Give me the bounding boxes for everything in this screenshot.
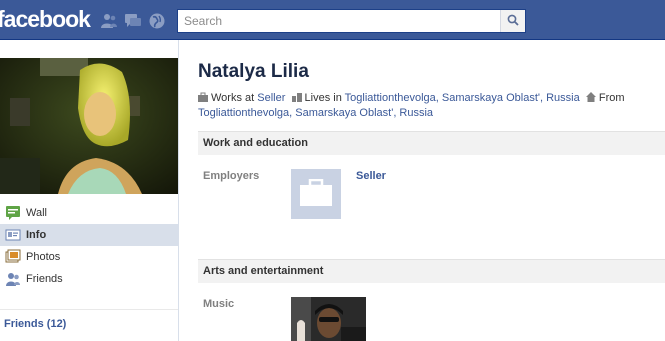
sidebar-item-label: Photos [26, 251, 61, 263]
employer-link[interactable]: Seller [257, 92, 285, 104]
search-box [177, 9, 526, 33]
messages-icon[interactable] [124, 12, 142, 30]
from-prefix: From [598, 92, 625, 104]
wall-icon [5, 205, 21, 221]
search-button[interactable] [500, 10, 525, 32]
sidebar-item-info[interactable]: Info [0, 224, 178, 246]
city-icon [291, 92, 302, 102]
employer-logo[interactable] [291, 169, 341, 219]
sidebar-item-wall[interactable]: Wall [0, 202, 178, 224]
friend-requests-icon[interactable] [100, 12, 118, 30]
left-column: Wall Info Photos Friends Friends (12) [0, 40, 179, 341]
friends-count-link[interactable]: Friends (12) [4, 318, 66, 330]
search-input[interactable] [178, 10, 500, 32]
sidebar-item-photos[interactable]: Photos [0, 246, 178, 268]
employers-label: Employers [203, 170, 260, 182]
facebook-logo[interactable]: facebook [0, 6, 91, 33]
briefcase-icon [299, 178, 333, 210]
sidebar-item-label: Info [26, 229, 47, 241]
works-at-prefix: Works at [211, 92, 255, 104]
music-label: Music [203, 298, 235, 310]
divider [0, 309, 178, 310]
from-link[interactable]: Togliattionthevolga, Samarskaya Oblast',… [198, 107, 433, 119]
friends-icon [5, 271, 21, 287]
music-page-thumbnail[interactable] [291, 297, 366, 341]
profile-picture[interactable] [0, 58, 178, 194]
sidebar-item-label: Wall [26, 207, 47, 219]
photos-icon [5, 249, 21, 265]
profile-summary: Works at Seller Lives in Togliattionthev… [198, 91, 658, 121]
employer-name-link[interactable]: Seller [356, 170, 386, 182]
top-bar: facebook [0, 0, 665, 40]
profile-nav: Wall Info Photos Friends [0, 202, 178, 290]
notifications-icon[interactable] [148, 12, 166, 30]
sidebar-item-friends[interactable]: Friends [0, 268, 178, 290]
briefcase-icon [198, 92, 208, 102]
magnifier-icon [507, 14, 519, 29]
lives-in-link[interactable]: Togliattionthevolga, Samarskaya Oblast',… [345, 92, 580, 104]
info-icon [5, 227, 21, 243]
profile-name: Natalya Lilia [198, 61, 309, 82]
section-header-work: Work and education [198, 131, 665, 155]
home-icon [585, 92, 596, 102]
sidebar-item-label: Friends [26, 273, 63, 285]
lives-in-prefix: Lives in [304, 92, 342, 104]
section-header-arts: Arts and entertainment [198, 259, 665, 283]
